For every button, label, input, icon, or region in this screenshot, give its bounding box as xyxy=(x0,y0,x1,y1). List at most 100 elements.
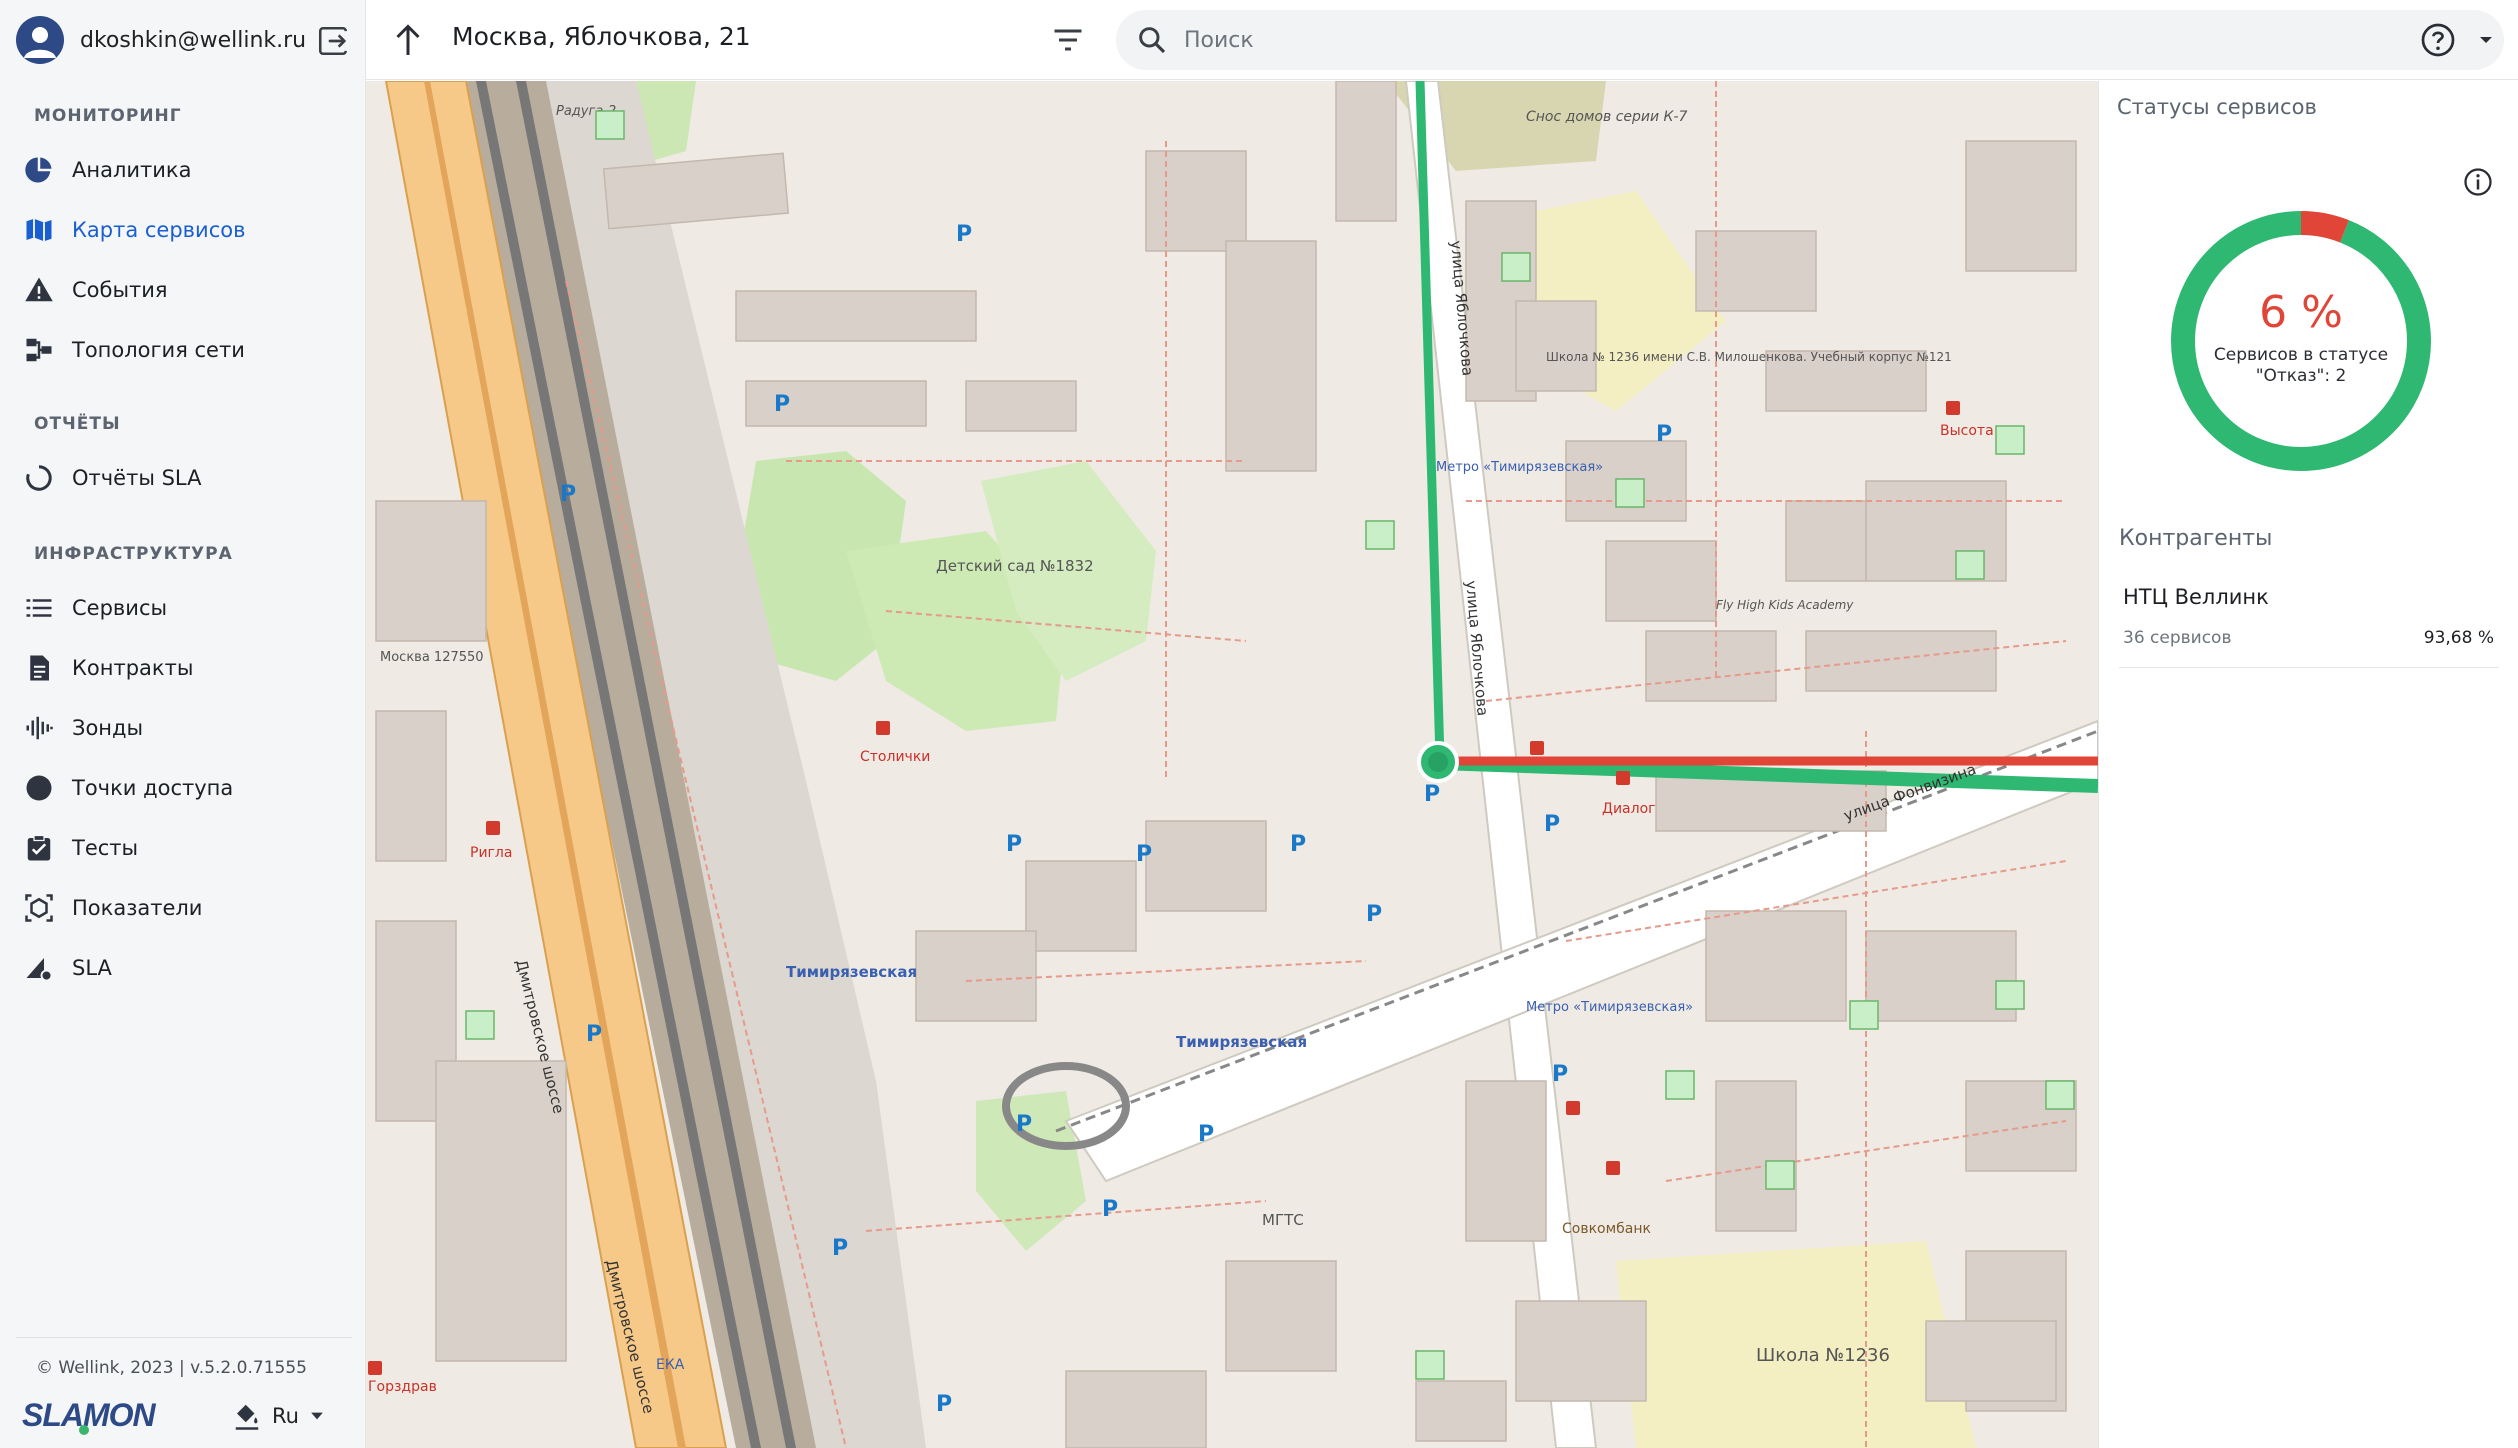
svg-text:P: P xyxy=(832,1236,848,1261)
counterparty-service-count: 36 сервисов xyxy=(2123,628,2232,648)
donut-ok-segment[interactable] xyxy=(2171,211,2431,471)
nav-services[interactable]: Сервисы xyxy=(0,580,365,636)
map-label-dialog-text: Диалог xyxy=(1602,801,1655,817)
avatar[interactable] xyxy=(16,16,64,64)
svg-text:P: P xyxy=(1290,832,1306,857)
status-donut-chart[interactable] xyxy=(2161,201,2441,481)
counterparty-name[interactable]: НТЦ Веллинк xyxy=(2123,585,2269,609)
nav-tests[interactable]: Тесты xyxy=(0,820,365,876)
map-label-kindergarten: Детский сад №1832 xyxy=(936,557,1094,575)
search-icon xyxy=(1139,27,1166,54)
copyright: © Wellink, 2023 | v.5.2.0.71555 xyxy=(36,1358,307,1378)
paint-bucket-icon xyxy=(235,1404,259,1430)
menu-dropdown-button[interactable] xyxy=(2472,28,2500,52)
language-selector[interactable]: Ru xyxy=(232,1396,327,1436)
section-reports: ОТЧЁТЫ xyxy=(34,414,121,434)
sla-icon xyxy=(22,951,56,985)
map-label-timiryazevskaya-2: Тимирязевская xyxy=(1176,1033,1307,1051)
map-label-school-main: Школа № 1236 имени С.В. Милошенкова. Уче… xyxy=(1546,350,1952,364)
svg-text:P: P xyxy=(1424,782,1440,807)
map-label-school-text: Школа №1236 xyxy=(1756,1345,1890,1366)
map-label-mgts-text: МГТС xyxy=(1262,1211,1304,1229)
nav-probes-label: Зонды xyxy=(72,716,144,740)
sidebar: dkoshkin@wellink.ru МОНИТОРИНГ Аналитика… xyxy=(0,0,366,1448)
svg-text:P: P xyxy=(774,392,790,417)
map-label-sovcom: Совкомбанк xyxy=(1562,1221,1651,1237)
service-map[interactable]: Дмитровское шоссе Дмитровское шоссе улиц… xyxy=(366,81,2098,1448)
map-label-snos-text: Снос домов серии К-7 xyxy=(1526,109,1688,125)
counterparty-percent: 93,68 % xyxy=(2423,628,2494,648)
map-label-moskva-text: Москва 127550 xyxy=(380,650,484,665)
map-label-metro-2: Метро «Тимирязевская» xyxy=(1526,1000,1693,1015)
map-label-timiryazevskaya: Тимирязевская xyxy=(786,963,917,981)
fail-caption: Сервисов в статусе "Отказ": 2 xyxy=(2213,345,2389,386)
map-label-gorzdrav-text: Горздрав xyxy=(368,1379,437,1395)
arrow-up-icon xyxy=(396,24,420,55)
nav-access-points[interactable]: Точки доступа xyxy=(0,760,365,816)
nav-topology[interactable]: Топология сети xyxy=(0,322,365,378)
service-node-center xyxy=(1428,752,1448,772)
app: dkoshkin@wellink.ru МОНИТОРИНГ Аналитика… xyxy=(0,0,2518,1448)
map-label-school-main-text: Школа № 1236 имени С.В. Милошенкова. Уче… xyxy=(1546,350,1952,364)
map-label-eka-text: ЕКА xyxy=(656,1357,685,1373)
nav-analytics-label: Аналитика xyxy=(72,158,192,182)
user-email: dkoshkin@wellink.ru xyxy=(80,27,307,53)
nav-analytics[interactable]: Аналитика xyxy=(0,142,365,198)
slamon-logo: SLAMON xyxy=(20,1392,170,1436)
svg-text:P: P xyxy=(1366,902,1382,927)
nav-metrics-label: Показатели xyxy=(72,896,203,920)
refresh-icon xyxy=(22,461,56,495)
logout-icon xyxy=(318,26,349,56)
fail-percent: 6 % xyxy=(2259,287,2343,338)
nav-sla-label: SLA xyxy=(72,956,112,980)
nav-sla[interactable]: SLA xyxy=(0,940,365,996)
top-bar: Москва, Яблочкова, 21 xyxy=(366,0,2518,80)
location-title: Москва, Яблочкова, 21 xyxy=(452,22,751,51)
cube-icon xyxy=(22,891,56,925)
nav-service-map[interactable]: Карта сервисов xyxy=(0,202,365,258)
info-button[interactable] xyxy=(2463,167,2493,197)
map-label-dialog: Диалог xyxy=(1602,801,1655,817)
user-profile[interactable]: dkoshkin@wellink.ru xyxy=(16,14,356,66)
info-icon xyxy=(2464,168,2492,196)
map-label-rigla-text: Ригла xyxy=(470,845,512,861)
nav-access-points-label: Точки доступа xyxy=(72,776,234,800)
topology-icon xyxy=(22,333,56,367)
search-bar[interactable] xyxy=(1116,10,2504,70)
north-arrow-button[interactable] xyxy=(390,22,426,58)
nav-contracts[interactable]: Контракты xyxy=(0,640,365,696)
nav-sla-reports[interactable]: Отчёты SLA xyxy=(0,450,365,506)
help-button[interactable] xyxy=(2420,22,2456,58)
signal-icon xyxy=(22,711,56,745)
map-label-rigla: Ригла xyxy=(470,845,512,861)
map-label-vysota: Высота xyxy=(1940,423,1994,439)
nav-services-label: Сервисы xyxy=(72,596,168,620)
nav-probes[interactable]: Зонды xyxy=(0,700,365,756)
section-infrastructure: ИНФРАСТРУКТУРА xyxy=(34,544,233,564)
map-icon xyxy=(22,213,56,247)
help-icon xyxy=(2421,23,2455,57)
nav-contracts-label: Контракты xyxy=(72,656,194,680)
warning-icon xyxy=(22,273,56,307)
nav-topology-label: Топология сети xyxy=(72,338,245,362)
svg-text:P: P xyxy=(1136,842,1152,867)
search-input[interactable] xyxy=(1184,20,2284,60)
map-label-sovcom-text: Совкомбанк xyxy=(1562,1221,1651,1237)
nav-events[interactable]: События xyxy=(0,262,365,318)
filter-button[interactable] xyxy=(1050,22,1090,58)
svg-text:P: P xyxy=(1102,1197,1118,1222)
map-label-metro: Метро «Тимирязевская» xyxy=(1436,460,1603,475)
svg-text:SLAMON: SLAMON xyxy=(22,1397,157,1433)
caret-down-icon xyxy=(2480,37,2492,43)
map-canvas[interactable]: Дмитровское шоссе Дмитровское шоссе улиц… xyxy=(366,81,2098,1448)
map-label-snos: Снос домов серии К-7 xyxy=(1526,109,1688,125)
user-icon xyxy=(24,27,56,58)
map-label-flyhigh: Fly High Kids Academy xyxy=(1716,598,1854,612)
logout-button[interactable] xyxy=(316,24,350,58)
section-monitoring: МОНИТОРИНГ xyxy=(34,106,182,126)
svg-text:P: P xyxy=(1198,1122,1214,1147)
map-label-stolichki: Столички xyxy=(860,749,930,765)
map-label-moskva: Москва 127550 xyxy=(380,650,484,665)
nav-metrics[interactable]: Показатели xyxy=(0,880,365,936)
document-icon xyxy=(22,651,56,685)
